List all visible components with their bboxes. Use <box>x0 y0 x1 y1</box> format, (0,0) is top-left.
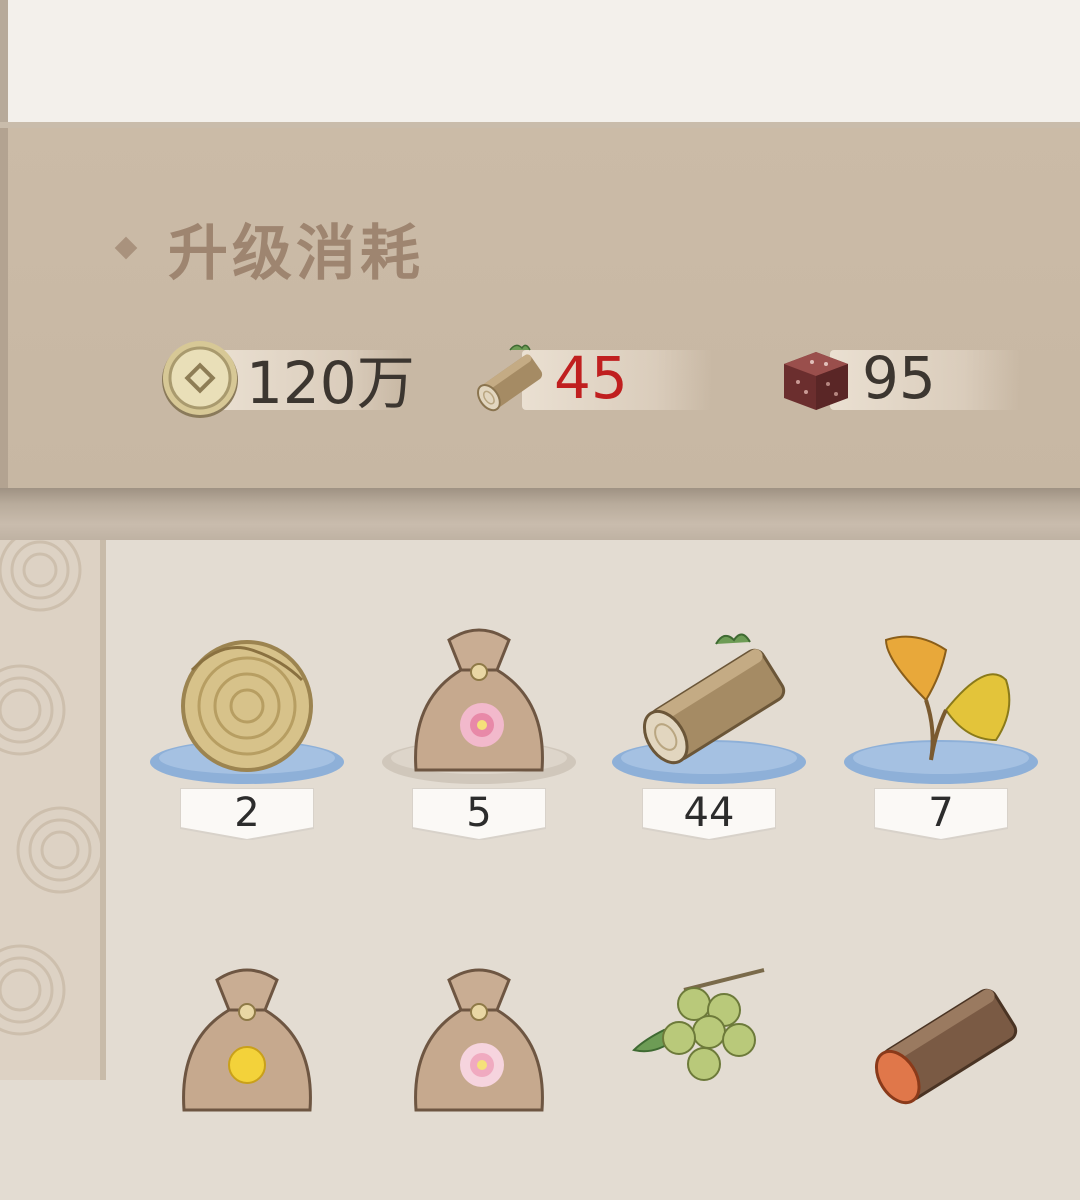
cost-item-wood: 45 <box>468 338 712 418</box>
cost-item-meat: 95 <box>776 338 1020 418</box>
upgrade-cost-title: 升级消耗 <box>168 218 424 289</box>
section-divider <box>0 488 1080 540</box>
cost-value-meat: 95 <box>862 344 936 412</box>
item-count: 2 <box>234 790 260 836</box>
item-count: 7 <box>928 790 954 836</box>
grape-cluster-icon <box>632 968 765 1081</box>
inventory-slot-ginkgo[interactable]: 7 <box>836 620 1046 860</box>
wood-log-icon <box>468 338 548 418</box>
flower-pouch-icon <box>414 628 544 772</box>
wood-log-icon <box>642 633 786 765</box>
cost-value-wood: 45 <box>554 344 628 412</box>
ginkgo-leaf-icon <box>884 635 1011 761</box>
cost-value-coin: 120万 <box>246 349 415 417</box>
panel-left-edge <box>0 0 8 128</box>
meat-cube-icon <box>776 338 856 418</box>
flower-pouch-icon <box>414 968 544 1112</box>
red-wood-log-icon <box>874 988 1018 1105</box>
inventory-slot-flower-pouch[interactable]: 5 <box>374 620 584 860</box>
straw-bundle-icon <box>181 640 313 772</box>
sun-pouch-icon <box>182 968 312 1112</box>
coin-icon <box>160 338 240 418</box>
panel-left-edge <box>0 128 8 488</box>
item-count: 44 <box>683 790 735 836</box>
inventory-slot-flower-pouch-2[interactable] <box>374 960 584 1200</box>
upgrade-cost-header: 升级消耗 <box>114 216 424 289</box>
inventory-slot-grapes[interactable] <box>604 960 814 1200</box>
inventory-slot-sun-pouch[interactable] <box>142 960 352 1200</box>
upgrade-cost-panel: 升级消耗 120万 45 95 <box>0 128 1080 488</box>
item-count: 5 <box>466 790 492 836</box>
inventory-slot-wood[interactable]: 44 <box>604 620 814 860</box>
cloud-pattern-sidebar <box>0 540 100 1080</box>
diamond-bullet-icon <box>114 236 138 260</box>
inventory-slot-red-wood[interactable] <box>836 960 1046 1200</box>
inventory-slot-straw[interactable]: 2 <box>142 620 352 860</box>
top-info-panel <box>0 0 1080 128</box>
cost-item-coin: 120万 <box>160 338 415 418</box>
